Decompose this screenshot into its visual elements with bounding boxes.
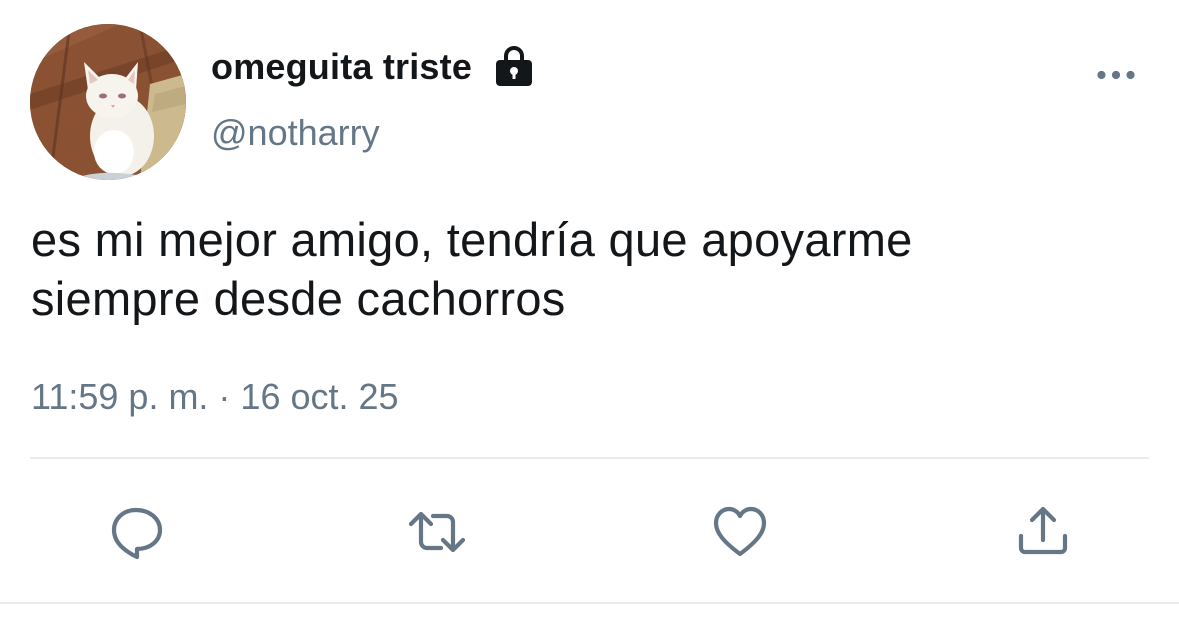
tweet-text-line: siempre desde cachorros — [31, 272, 566, 325]
tweet-timestamp[interactable]: 11:59 p. m. · 16 oct. 25 — [31, 376, 399, 418]
share-icon — [1018, 506, 1068, 555]
reply-icon — [111, 507, 163, 560]
bottom-divider — [0, 602, 1179, 604]
tweet-text: es mi mejor amigo, tendría que apoyarme … — [31, 210, 1151, 328]
more-options-button[interactable] — [1094, 60, 1138, 90]
retweet-button[interactable] — [405, 500, 469, 564]
tweet-text-line: es mi mejor amigo, tendría que apoyarme — [31, 213, 913, 266]
more-horizontal-icon — [1097, 70, 1135, 80]
like-button[interactable] — [708, 500, 772, 564]
avatar[interactable] — [30, 24, 186, 180]
share-button[interactable] — [1011, 500, 1075, 564]
heart-icon — [713, 506, 767, 557]
user-name-row: omeguita triste — [211, 44, 534, 90]
display-name[interactable]: omeguita triste — [211, 46, 472, 88]
tweet-card: omeguita triste @notharry es mi mejor am… — [0, 0, 1179, 621]
reply-button[interactable] — [104, 500, 168, 564]
divider — [30, 457, 1149, 459]
lock-icon — [494, 46, 534, 88]
retweet-icon — [408, 511, 466, 553]
avatar-image — [30, 24, 186, 180]
user-handle[interactable]: @notharry — [211, 112, 380, 154]
